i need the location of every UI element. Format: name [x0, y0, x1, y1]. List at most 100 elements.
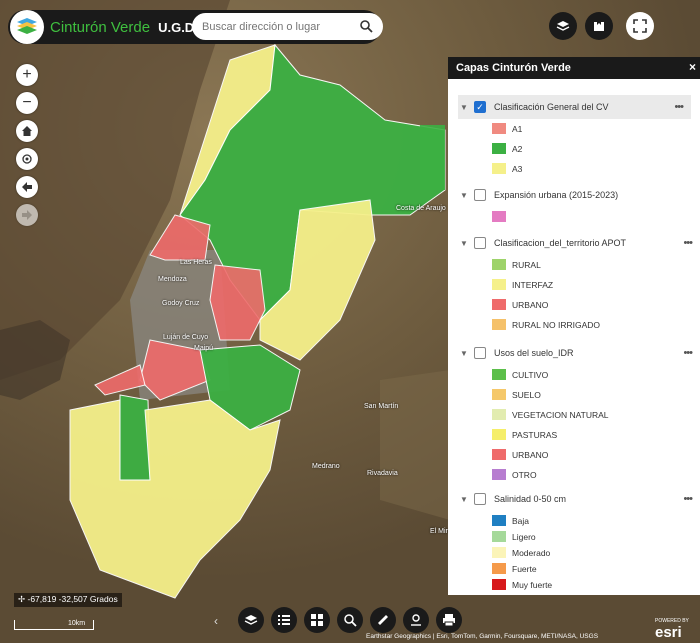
more-options-icon[interactable]: ••• — [683, 347, 693, 359]
legend-label: Baja — [512, 515, 530, 526]
legend-item-moderado: Moderado — [492, 547, 550, 558]
layer-label: Salinidad 0-50 cm — [494, 494, 567, 504]
legend-swatch — [492, 579, 506, 590]
layer-row-clasificaci-n-general-del-cv[interactable]: ▼ ✓ Clasificación General del CV ••• — [458, 95, 691, 119]
coordinate-button[interactable] — [403, 607, 429, 633]
legend-item-cultivo: CULTIVO — [492, 369, 548, 380]
bookmark-button[interactable] — [585, 12, 613, 40]
legend-label: Ligero — [512, 531, 536, 542]
legend-label: URBANO — [512, 299, 549, 310]
map-label-costa: Costa de Araujo — [396, 205, 446, 212]
search-map-icon — [344, 614, 357, 627]
legend-label: RURAL — [512, 259, 541, 270]
basemap-button[interactable] — [549, 12, 577, 40]
close-icon[interactable]: × — [689, 60, 696, 74]
legend-item-ligero: Ligero — [492, 531, 536, 542]
map-label-maipu: Maipú — [194, 345, 214, 352]
more-options-icon[interactable]: ••• — [674, 101, 684, 113]
legend-label: Muy fuerte — [512, 579, 553, 590]
print-button[interactable] — [436, 607, 462, 633]
map-label-mendoza: Mendoza — [158, 276, 187, 283]
legend-item-a2: A2 — [492, 143, 522, 154]
layer-checkbox[interactable] — [474, 237, 486, 249]
legend-button[interactable] — [271, 607, 297, 633]
layer-row-expansi-n-urbana-2015-2023[interactable]: ▼ Expansión urbana (2015-2023) — [448, 183, 700, 207]
print-icon — [443, 614, 455, 627]
legend-item-urbano: URBANO — [492, 299, 548, 310]
chevron-down-icon[interactable]: ▼ — [460, 349, 470, 358]
layer-row-clasificacion-del-territorio-apot[interactable]: ▼ Clasificacion_del_territorio APOT ••• — [448, 231, 700, 255]
query-button[interactable] — [337, 607, 363, 633]
coordinates-text: -67,819 -32,507 Grados — [27, 594, 118, 604]
layer-list-button[interactable] — [238, 607, 264, 633]
legend-swatch — [492, 143, 506, 154]
basemap-gallery-button[interactable] — [304, 607, 330, 633]
layers-icon — [244, 615, 258, 625]
ruler-icon — [378, 615, 388, 625]
legend-item-rural-no-irrigado: RURAL NO IRRIGADO — [492, 319, 600, 330]
legend-label: INTERFAZ — [512, 279, 554, 290]
legend-swatch — [492, 163, 506, 174]
legend-item-vegetacion-natural: VEGETACION NATURAL — [492, 409, 609, 420]
legend-swatch — [492, 369, 506, 380]
search-input[interactable] — [202, 20, 352, 33]
legend-swatch — [492, 515, 506, 526]
app-title: Cinturón Verde — [50, 18, 151, 36]
bottom-toolbar: ‹ — [210, 605, 470, 635]
panel-title: Capas Cinturón Verde — [456, 62, 571, 74]
map-label-san-martin: San Martín — [364, 403, 399, 410]
chevron-down-icon[interactable]: ▼ — [460, 103, 470, 112]
toolbar-prev-icon[interactable]: ‹ — [214, 614, 218, 628]
search-box[interactable] — [192, 13, 383, 40]
zoom-out-button[interactable]: − — [16, 92, 38, 114]
back-button[interactable] — [16, 176, 38, 198]
chevron-down-icon[interactable]: ▼ — [460, 239, 470, 248]
legend-item-a1: A1 — [492, 123, 522, 134]
home-icon — [22, 126, 32, 136]
locate-button[interactable] — [16, 148, 38, 170]
legend-swatch — [492, 389, 506, 400]
chevron-down-icon[interactable]: ▼ — [460, 191, 470, 200]
legend-item-baja: Baja — [492, 515, 529, 526]
fullscreen-button[interactable] — [626, 12, 654, 40]
legend-item-urbano: URBANO — [492, 449, 548, 460]
legend-swatch — [492, 531, 506, 542]
map-label-medrano: Medrano — [312, 463, 340, 470]
layers-panel: Capas Cinturón Verde × ▼ ✓ Clasificación… — [448, 57, 700, 595]
legend-swatch — [492, 449, 506, 460]
legend-swatch — [492, 429, 506, 440]
legend-label: Moderado — [512, 547, 551, 558]
layer-checkbox[interactable] — [474, 189, 486, 201]
app-header: Cinturón Verde U.G.D.T. — [8, 10, 383, 44]
legend-label: CULTIVO — [512, 369, 549, 380]
esri-logo: POWERED BY esri — [655, 618, 689, 641]
forward-button[interactable] — [16, 204, 38, 226]
legend-item-muy-fuerte: Muy fuerte — [492, 579, 552, 590]
legend-swatch — [492, 469, 506, 480]
arrow-right-icon — [22, 210, 32, 220]
coordinates-readout: ✢ -67,819 -32,507 Grados — [14, 593, 122, 607]
legend-swatch — [492, 259, 506, 270]
layer-checkbox[interactable]: ✓ — [474, 101, 486, 113]
layer-checkbox[interactable] — [474, 493, 486, 505]
layer-row-salinidad-0-50-cm[interactable]: ▼ Salinidad 0-50 cm ••• — [448, 487, 700, 511]
map-label-las-heras: Las Heras — [180, 259, 212, 266]
layers-icon — [556, 21, 570, 31]
home-button[interactable] — [16, 120, 38, 142]
measure-button[interactable] — [370, 607, 396, 633]
search-icon[interactable] — [359, 19, 373, 33]
legend-item-swatch — [492, 211, 512, 222]
layer-label: Expansión urbana (2015-2023) — [494, 190, 619, 200]
layer-checkbox[interactable] — [474, 347, 486, 359]
chevron-down-icon[interactable]: ▼ — [460, 495, 470, 504]
layer-label: Clasificacion_del_territorio APOT — [494, 238, 627, 248]
more-options-icon[interactable]: ••• — [683, 237, 693, 249]
locate-icon — [22, 154, 32, 164]
legend-label: A1 — [512, 123, 523, 134]
map-label-lujan: Luján de Cuyo — [163, 334, 209, 341]
layer-row-usos-del-suelo-idr[interactable]: ▼ Usos del suelo_IDR ••• — [448, 341, 700, 365]
legend-swatch — [492, 211, 506, 222]
legend-label: VEGETACION NATURAL — [512, 409, 609, 420]
more-options-icon[interactable]: ••• — [683, 493, 693, 505]
zoom-in-button[interactable]: + — [16, 64, 38, 86]
